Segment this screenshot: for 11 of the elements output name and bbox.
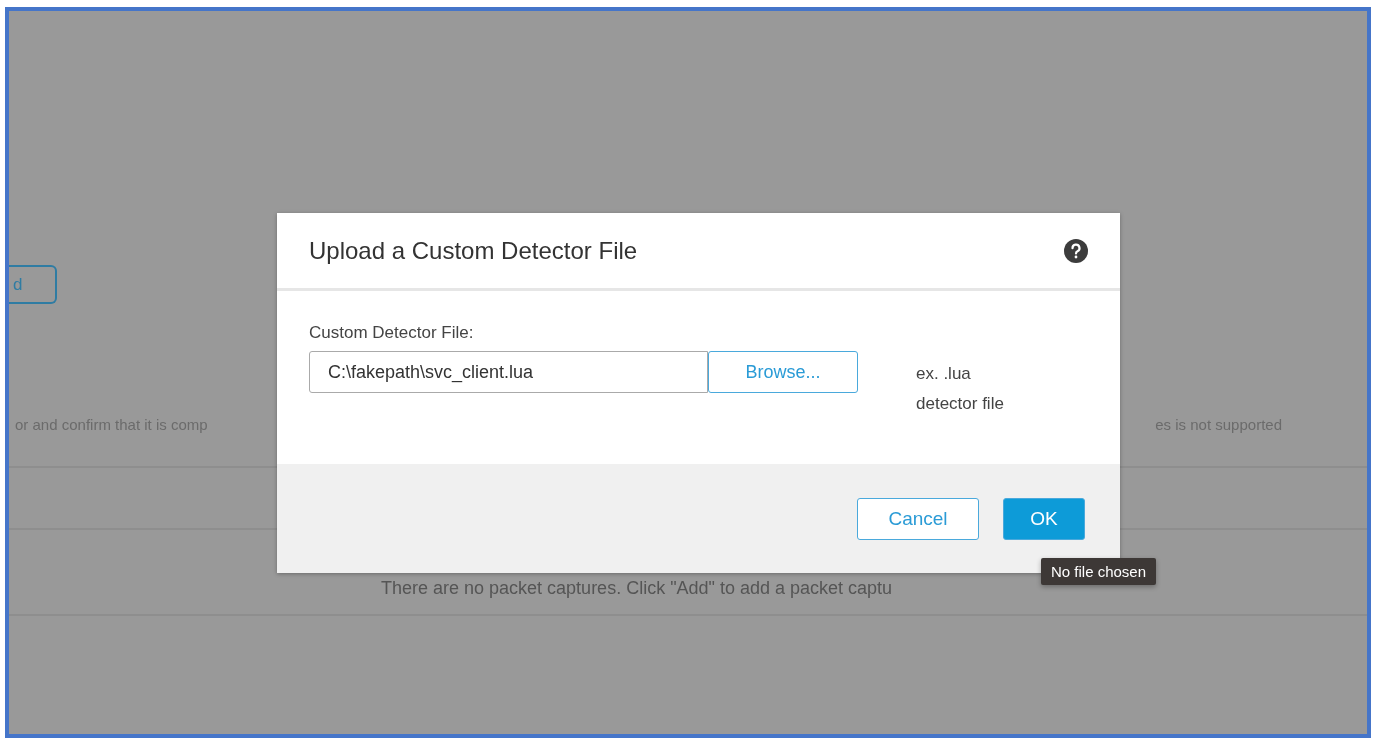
field-label: Custom Detector File: <box>309 323 475 343</box>
help-icon[interactable] <box>1064 238 1088 263</box>
add-button[interactable]: d <box>9 265 57 304</box>
cancel-button[interactable]: Cancel <box>857 497 979 540</box>
file-path-field[interactable]: C:\fakepath\svc_client.lua <box>309 351 708 393</box>
hint-text: ex. .lua detector file <box>916 363 1005 415</box>
tooltip: No file chosen <box>1041 558 1157 585</box>
empty-message: There are no packet captures. Click "Add" to add a packet captu <box>381 578 893 598</box>
ok-button[interactable]: OK <box>1003 497 1085 540</box>
dialog-title: Upload a Custom Detector File <box>309 236 638 265</box>
browse-button[interactable]: Browse... <box>708 351 858 393</box>
